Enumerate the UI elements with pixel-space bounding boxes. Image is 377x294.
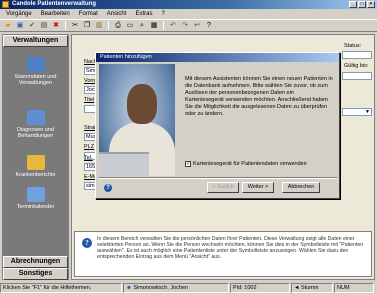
dialog-separator	[99, 177, 337, 179]
delete-icon[interactable]: ✖	[51, 21, 61, 31]
status-mute: ◄ Stumm	[291, 283, 333, 293]
print-icon[interactable]: ⎙	[113, 21, 123, 31]
status-hint: Klicken Sie "F1" für die Hilfethemen.	[0, 283, 122, 293]
status-patient-name: Simonowitsch, Jochen	[133, 285, 189, 291]
dialog-title: Patienten hinzufügen	[96, 53, 339, 62]
undo-icon[interactable]: ↶	[168, 21, 178, 31]
sidebar-item-label: Krankenberichte	[15, 172, 56, 178]
redo-icon[interactable]: ↷	[180, 21, 190, 31]
valid-field[interactable]	[342, 72, 372, 80]
close-button[interactable]: ×	[367, 1, 375, 8]
find-icon[interactable]: ⌕	[137, 21, 147, 31]
status-mute-text: Stumm	[300, 285, 319, 291]
status-pid: PId: 1002	[230, 283, 290, 293]
print-setup-icon[interactable]: ▦	[149, 21, 159, 31]
chevron-down-icon: ▼	[365, 109, 370, 115]
sidebar-item-krankenberichte[interactable]: Krankenberichte	[3, 155, 68, 178]
title-bar: Candole Patientenverwaltung _ □ ×	[0, 0, 377, 9]
sidebar-abrechnungen[interactable]: Abrechnungen	[3, 256, 68, 268]
dialog-text: Mit diesem Assistenten können Sie einen …	[185, 76, 333, 117]
toolbar-separator	[163, 21, 164, 30]
diagnosen-icon	[26, 110, 45, 125]
menu-bar: Vorgänge Bearbeiten Format Ansicht Extra…	[0, 9, 377, 19]
save-disk-icon[interactable]: ▤	[39, 21, 49, 31]
field-label: Titel	[84, 97, 95, 103]
sidebar-header[interactable]: Verwaltungen	[3, 35, 68, 47]
field-label: Tel.	[84, 155, 93, 161]
help-icon[interactable]: ?	[204, 21, 214, 31]
krankenberichte-icon	[26, 155, 45, 170]
app-icon	[2, 1, 9, 8]
status-bar: Klicken Sie "F1" für die Hilfethemen. ☻ …	[0, 282, 377, 294]
paste-icon[interactable]: ▥	[94, 21, 104, 31]
info-panel: ? In diesem Bereich verwalten Sie die pe…	[74, 231, 372, 277]
info-icon: ?	[82, 238, 92, 248]
status-field[interactable]	[342, 51, 372, 59]
terminkalender-icon	[26, 187, 45, 202]
menu-format[interactable]: Format	[79, 11, 98, 17]
preview-icon[interactable]: ▭	[125, 21, 135, 31]
toolbar: ▰ ▣ ✔ ▤ ✖ ✂ ❐ ▥ ⎙ ▭ ⌕ ▦ ↶ ↷ ↩ ?	[0, 19, 377, 32]
menu-extras[interactable]: Extras	[135, 11, 152, 17]
checkbox-label: Kartenlesegerät für Patientendaten verwe…	[193, 161, 307, 167]
sidebar-item-stammdaten[interactable]: Stammdaten und Verwaltungen	[3, 57, 68, 86]
card-reader-checkbox[interactable]: ✓	[185, 161, 191, 167]
toolbar-separator	[65, 21, 66, 30]
laptop	[99, 152, 149, 176]
help-icon[interactable]: ?	[104, 184, 112, 192]
stammdaten-icon	[26, 57, 45, 72]
back-icon[interactable]: ↩	[192, 21, 202, 31]
card-reader-option[interactable]: ✓ Kartenlesegerät für Patientendaten ver…	[185, 161, 307, 167]
sidebar-panel: Stammdaten und Verwaltungen Diagnosen un…	[3, 47, 68, 256]
menu-ansicht[interactable]: Ansicht	[107, 11, 127, 17]
valid-label: Gültig bis:	[344, 63, 369, 69]
wizard-image	[99, 64, 175, 176]
sidebar: Verwaltungen Stammdaten und Verwaltungen…	[2, 34, 69, 280]
menu-help[interactable]: ?	[161, 11, 164, 17]
cut-icon[interactable]: ✂	[70, 21, 80, 31]
status-num: NUM	[334, 283, 374, 293]
maximize-button[interactable]: □	[358, 1, 366, 8]
save-icon[interactable]: ▣	[15, 21, 25, 31]
status-patient: ☻ Simonowitsch, Jochen	[123, 283, 229, 293]
add-patient-dialog: Patienten hinzufügen Mit diesem Assisten…	[95, 52, 340, 199]
sidebar-item-label: Diagnosen und Behandlungen	[16, 127, 54, 139]
menu-bearbeiten[interactable]: Bearbeiten	[41, 11, 70, 17]
sidebar-item-label: Stammdaten und Verwaltungen	[14, 74, 57, 86]
copy-icon[interactable]: ❐	[82, 21, 92, 31]
sidebar-sonstiges[interactable]: Sonstiges	[3, 268, 68, 280]
field-label: PLZ	[84, 144, 95, 150]
toolbar-separator	[108, 21, 109, 30]
folder-icon[interactable]: ▰	[3, 21, 13, 31]
next-button[interactable]: Weiter >	[242, 182, 274, 193]
window-title: Candole Patientenverwaltung	[12, 1, 97, 7]
status-label: Status:	[344, 43, 362, 49]
cancel-button[interactable]: Abbrechen	[282, 182, 320, 193]
person-face	[127, 84, 157, 124]
speaker-icon: ◄	[294, 285, 300, 291]
sidebar-item-terminkalender[interactable]: Terminkalender	[3, 187, 68, 210]
minimize-button[interactable]: _	[349, 1, 357, 8]
menu-vorgaenge[interactable]: Vorgänge	[6, 11, 32, 17]
back-button[interactable]: < Zurück	[207, 182, 239, 193]
check-icon[interactable]: ✔	[27, 21, 37, 31]
patient-icon: ☻	[126, 285, 132, 291]
info-text: In diesem Bereich verwalten Sie die pers…	[97, 236, 364, 260]
extra-select[interactable]: ▼	[342, 108, 372, 116]
sidebar-item-label: Terminkalender	[16, 204, 55, 210]
sidebar-item-diagnosen[interactable]: Diagnosen und Behandlungen	[3, 110, 68, 139]
